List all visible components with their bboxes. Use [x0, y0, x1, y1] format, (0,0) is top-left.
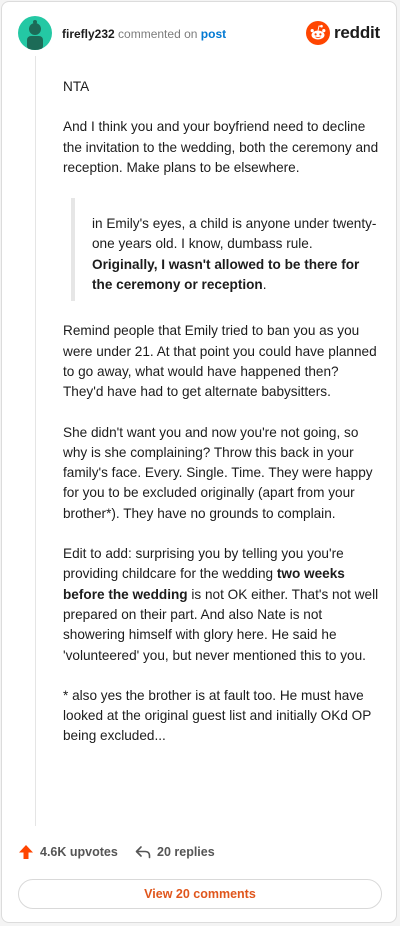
quote-text: in Emily's eyes, a child is anyone under… [92, 214, 381, 295]
comment-meta: firefly232 commented on post [62, 27, 226, 41]
comment-paragraph: NTA [63, 79, 90, 94]
user-avatar[interactable] [18, 16, 52, 50]
quote-end-text: . [262, 277, 267, 293]
upvote-arrow-icon [19, 845, 33, 859]
comment-action-text: commented on [118, 27, 198, 41]
upvote-button[interactable]: 4.6K upvotes [18, 844, 118, 860]
replies-button[interactable]: 20 replies [135, 844, 215, 860]
quote-plain-text: in Emily's eyes, a child is anyone under… [92, 216, 377, 252]
post-link[interactable]: post [201, 27, 226, 41]
comment-footer: 4.6K upvotes 20 replies [18, 844, 380, 866]
reply-arrow-icon [135, 846, 151, 859]
upvote-count: 4.6K upvotes [40, 845, 118, 859]
quote-bold-text: Originally, I wasn't allowed to be there… [92, 256, 360, 293]
comment-paragraph: * also yes the brother is at fault too. … [63, 687, 372, 744]
thread-line [35, 56, 36, 826]
comment-paragraph: Remind people that Emily tried to ban yo… [63, 323, 377, 400]
comment-paragraph: She didn't want you and now you're not g… [63, 424, 373, 521]
reddit-logo[interactable]: reddit [305, 20, 380, 46]
view-comments-button[interactable]: View 20 comments [18, 879, 382, 909]
comment-body: NTA And I think you and your boyfriend n… [63, 77, 381, 767]
comment-paragraph-edit: Edit to add: surprising you by telling y… [63, 544, 381, 666]
comment-header: firefly232 commented on post reddit [18, 16, 380, 56]
blockquote: in Emily's eyes, a child is anyone under… [71, 198, 381, 302]
comment-paragraph: And I think you and your boyfriend need … [63, 119, 379, 175]
reply-count: 20 replies [157, 845, 215, 859]
username-link[interactable]: firefly232 [62, 27, 115, 41]
reddit-snoo-icon [305, 21, 330, 45]
reddit-wordmark: reddit [333, 23, 380, 42]
comment-card: firefly232 commented on post reddit NTA … [1, 1, 397, 923]
